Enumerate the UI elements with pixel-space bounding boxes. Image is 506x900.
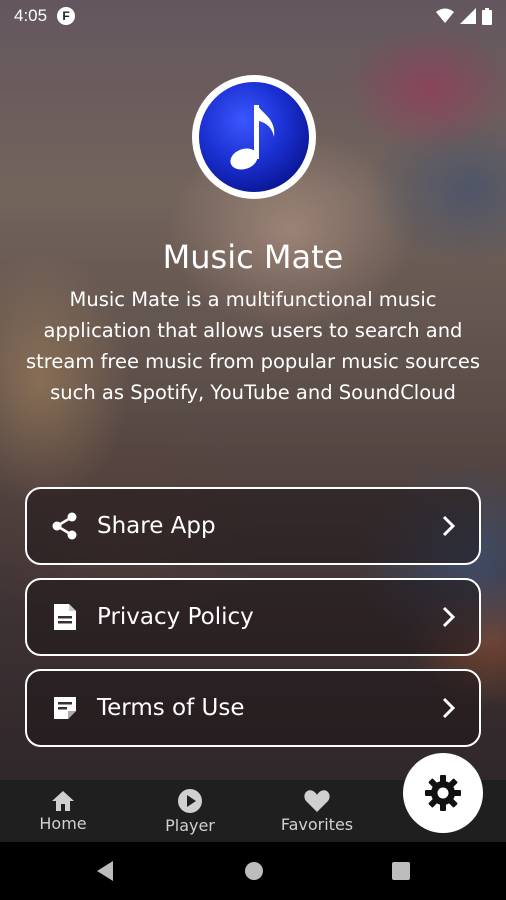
share-app-label: Share App [97, 513, 216, 539]
document-icon [49, 601, 81, 633]
app-description: Music Mate is a multifunctional music ap… [25, 288, 480, 404]
terms-of-use-button[interactable]: Terms of Use [25, 669, 481, 747]
settings-button[interactable] [403, 753, 483, 833]
terms-of-use-label: Terms of Use [97, 695, 245, 721]
status-icons [436, 7, 492, 25]
home-icon [52, 790, 74, 811]
privacy-policy-button[interactable]: Privacy Policy [25, 578, 481, 656]
share-app-button[interactable]: Share App [25, 487, 481, 565]
nav-player[interactable]: Player [155, 780, 225, 842]
app-notification-icon: F [57, 7, 76, 25]
app-title: Music Mate [162, 238, 344, 276]
heart-icon [304, 789, 330, 812]
nav-favorites[interactable]: Favorites [272, 780, 362, 842]
status-time: 4:05 [14, 6, 48, 25]
play-circle-icon [178, 788, 202, 813]
nav-favorites-label: Favorites [280, 814, 354, 834]
back-icon[interactable] [95, 860, 115, 882]
wifi-icon [436, 8, 454, 23]
nav-home-label: Home [39, 813, 87, 833]
app-logo [192, 75, 316, 199]
nav-home[interactable]: Home [28, 780, 98, 842]
note-icon [49, 692, 81, 724]
chevron-right-icon [441, 605, 457, 629]
gear-icon [425, 775, 461, 811]
privacy-policy-label: Privacy Policy [97, 604, 254, 630]
chevron-right-icon [441, 696, 457, 720]
home-circle-icon[interactable] [244, 860, 264, 882]
chevron-right-icon [441, 514, 457, 538]
signal-icon [460, 8, 476, 24]
share-icon [49, 510, 81, 542]
nav-player-label: Player [165, 815, 215, 835]
system-navigation-bar [0, 842, 506, 900]
battery-icon [482, 7, 492, 25]
recents-icon[interactable] [391, 860, 411, 882]
status-bar: 4:05 F [0, 0, 506, 32]
music-note-icon [199, 82, 309, 192]
